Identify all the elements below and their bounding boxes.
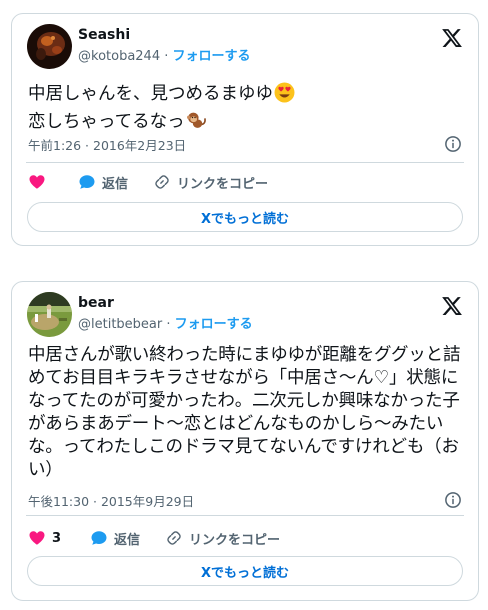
tweet-text: 中居さんが歌い終わった時にまゆゆが距離をググッと詰めてお目目キラキラさせながら「… bbox=[28, 345, 461, 480]
like-count: 3 bbox=[52, 530, 62, 546]
handle-row: @letitbebear · フォローする bbox=[78, 317, 253, 333]
tweet-text: 中居しゃんを、見つめるまゆゆ 恋しちゃってるなっ bbox=[28, 82, 464, 138]
separator: · bbox=[166, 317, 171, 332]
x-logo-icon[interactable] bbox=[441, 27, 463, 49]
follow-button[interactable]: フォローする bbox=[173, 49, 251, 64]
handle-row: @kotoba244 · フォローする bbox=[78, 49, 251, 65]
user-handle[interactable]: @letitbebear bbox=[78, 317, 162, 332]
like-button[interactable] bbox=[28, 173, 78, 191]
copy-link-label: リンクをコピー bbox=[177, 176, 269, 192]
heart-icon bbox=[29, 531, 45, 545]
reply-label: 返信 bbox=[102, 176, 129, 192]
user-name[interactable]: Seashi bbox=[78, 26, 130, 44]
user-name[interactable]: bear bbox=[78, 294, 114, 312]
action-bar: 返信 リンクをコピー bbox=[28, 172, 268, 192]
copy-link-button[interactable]: リンクをコピー bbox=[153, 173, 268, 192]
tweet-card: bear @letitbebear · フォローする 中居さんが歌い終わった時に… bbox=[11, 281, 479, 601]
tweet-text-line: 中居しゃんを、見つめるまゆゆ bbox=[28, 84, 273, 104]
heart-eyes-emoji-icon bbox=[274, 82, 295, 110]
read-more-button[interactable]: Xでもっと読む bbox=[27, 556, 463, 586]
read-more-button[interactable]: Xでもっと読む bbox=[27, 202, 463, 232]
avatar[interactable] bbox=[27, 292, 72, 337]
info-icon[interactable] bbox=[444, 491, 462, 509]
avatar[interactable] bbox=[27, 24, 72, 69]
follow-button[interactable]: フォローする bbox=[175, 317, 253, 332]
tweet-text-line: 恋しちゃってるなっ bbox=[28, 112, 185, 132]
heart-icon bbox=[29, 175, 45, 189]
like-button[interactable]: 3 bbox=[28, 529, 90, 547]
reply-button[interactable]: 返信 bbox=[78, 173, 153, 192]
link-icon bbox=[167, 531, 181, 545]
timestamp[interactable]: 午前1:26 · 2016年2月23日 bbox=[28, 135, 186, 154]
action-bar: 3 返信 リンクをコピー bbox=[28, 528, 280, 548]
divider bbox=[26, 162, 464, 163]
copy-link-label: リンクをコピー bbox=[189, 532, 281, 548]
info-icon[interactable] bbox=[444, 135, 462, 153]
reply-bubble-icon bbox=[79, 175, 95, 189]
reply-bubble-icon bbox=[91, 531, 107, 545]
reply-label: 返信 bbox=[114, 532, 141, 548]
separator: · bbox=[164, 49, 169, 64]
monkey-emoji-icon bbox=[186, 110, 207, 138]
reply-button[interactable]: 返信 bbox=[90, 529, 165, 548]
divider bbox=[26, 515, 464, 516]
tweet-card: Seashi @kotoba244 · フォローする 中居しゃんを、見つめるまゆ… bbox=[11, 13, 479, 246]
user-handle[interactable]: @kotoba244 bbox=[78, 49, 160, 64]
link-icon bbox=[155, 175, 169, 189]
x-logo-icon[interactable] bbox=[441, 295, 463, 317]
copy-link-button[interactable]: リンクをコピー bbox=[165, 529, 280, 548]
timestamp[interactable]: 午後11:30 · 2015年9月29日 bbox=[28, 491, 194, 510]
